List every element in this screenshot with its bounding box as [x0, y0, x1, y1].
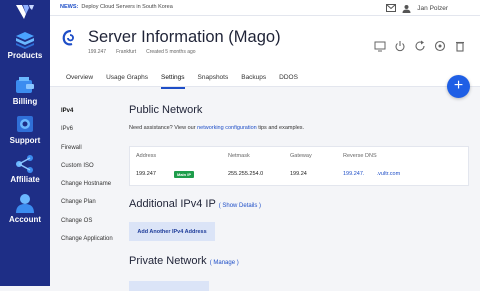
cube-stack-icon	[16, 32, 34, 49]
tab-ddos[interactable]: DDOS	[279, 74, 298, 89]
add-button[interactable]: +	[447, 75, 470, 98]
user-icon	[16, 194, 34, 213]
help-suffix: tips and examples.	[256, 125, 305, 131]
wallet-icon	[16, 77, 34, 93]
subnav-ipv4[interactable]: IPv4	[61, 108, 113, 126]
row-gateway: 199.24	[290, 171, 307, 177]
news-label: NEWS:	[60, 4, 79, 10]
ip-table: Address Netmask Gateway Reverse DNS 199.…	[129, 146, 469, 186]
help-text: Need assistance? View our networking con…	[129, 125, 469, 131]
vultr-logo[interactable]	[16, 5, 34, 21]
subnav-change-application[interactable]: Change Application	[61, 236, 113, 254]
main-ip-badge: Main IP	[174, 171, 195, 178]
sidebar-item-label: Affiliate	[10, 175, 40, 184]
show-details-link[interactable]: ( Show Details )	[219, 203, 261, 209]
additional-ipv4-heading: Additional IPv4 IP ( Show Details )	[129, 198, 261, 210]
user-name[interactable]: Jan Polzer	[417, 5, 448, 12]
page-title: Server Information (Mago)	[88, 28, 281, 46]
user-account-icon[interactable]	[402, 4, 411, 13]
debian-icon	[62, 29, 74, 46]
sidebar: Products Billing Support Affiliate Accou…	[0, 0, 50, 286]
subnav-ipv6[interactable]: IPv6	[61, 126, 113, 144]
col-netmask: Netmask	[228, 153, 250, 159]
sidebar-item-products[interactable]: Products	[0, 31, 50, 60]
manage-link[interactable]: ( Manage )	[210, 260, 239, 266]
col-gateway: Gateway	[290, 153, 312, 159]
mail-icon[interactable]	[386, 4, 397, 12]
tab-overview[interactable]: Overview	[66, 74, 93, 89]
add-ipv4-button[interactable]: Add Another IPv4 Address	[129, 222, 215, 241]
life-ring-icon	[17, 116, 33, 132]
sidebar-item-label: Products	[7, 51, 43, 60]
news-banner[interactable]: NEWS: Deploy Cloud Servers in South Korea	[60, 4, 173, 10]
tab-usage-graphs[interactable]: Usage Graphs	[106, 74, 148, 89]
settings-content: Public Network Need assistance? View our…	[129, 104, 469, 291]
sidebar-item-label: Support	[9, 136, 41, 145]
power-icon[interactable]	[394, 39, 406, 52]
server-ip: 199.247	[88, 49, 107, 55]
news-text: Deploy Cloud Servers in South Korea	[81, 4, 173, 10]
additional-ipv4-title: Additional IPv4 IP	[129, 198, 216, 210]
sidebar-item-billing[interactable]: Billing	[0, 77, 50, 106]
subnav-firewall[interactable]: Firewall	[61, 145, 113, 163]
server-actions	[374, 39, 466, 52]
trash-icon[interactable]	[454, 39, 466, 52]
tab-snapshots[interactable]: Snapshots	[198, 74, 229, 89]
subnav-custom-iso[interactable]: Custom ISO	[61, 163, 113, 181]
tab-settings[interactable]: Settings	[161, 74, 185, 89]
settings-subnav: IPv4 IPv6 Firewall Custom ISO Change Hos…	[61, 108, 113, 254]
tab-bar: Overview Usage Graphs Settings Snapshots…	[66, 74, 298, 89]
networking-config-link[interactable]: networking configuration	[197, 125, 257, 131]
private-network-title: Private Network	[129, 255, 207, 267]
tab-backups[interactable]: Backups	[241, 74, 266, 89]
top-bar: NEWS: Deploy Cloud Servers in South Korea…	[50, 0, 480, 16]
row-netmask: 255.255.254.0	[228, 171, 264, 177]
server-meta: 199.247 Frankfurt Created 5 months ago	[88, 49, 196, 55]
help-prefix: Need assistance? View our	[129, 125, 198, 131]
subnav-change-plan[interactable]: Change Plan	[61, 199, 113, 217]
server-header: Server Information (Mago) 199.247 Frankf…	[50, 16, 480, 89]
server-created: Created 5 months ago	[146, 49, 196, 55]
sidebar-item-account[interactable]: Account	[0, 193, 50, 224]
private-network-button[interactable]	[129, 281, 209, 291]
share-icon	[16, 155, 33, 173]
row-address: 199.247	[136, 171, 156, 177]
restart-icon[interactable]	[414, 39, 426, 51]
sidebar-item-affiliate[interactable]: Affiliate	[0, 155, 50, 184]
server-location: Frankfurt	[116, 49, 137, 55]
sidebar-item-label: Billing	[12, 97, 38, 106]
private-network-heading: Private Network ( Manage )	[129, 255, 239, 267]
subnav-change-os[interactable]: Change OS	[61, 218, 113, 236]
public-network-heading: Public Network	[129, 104, 203, 116]
sidebar-item-label: Account	[9, 215, 41, 224]
reinstall-icon[interactable]	[434, 39, 446, 52]
sidebar-item-support[interactable]: Support	[0, 114, 50, 145]
col-address: Address	[136, 153, 157, 159]
row-reverse-dns[interactable]: 199.247. .vultr.com	[343, 171, 400, 177]
col-reverse-dns: Reverse DNS	[343, 153, 377, 159]
console-icon[interactable]	[374, 39, 386, 52]
subnav-change-hostname[interactable]: Change Hostname	[61, 181, 113, 199]
